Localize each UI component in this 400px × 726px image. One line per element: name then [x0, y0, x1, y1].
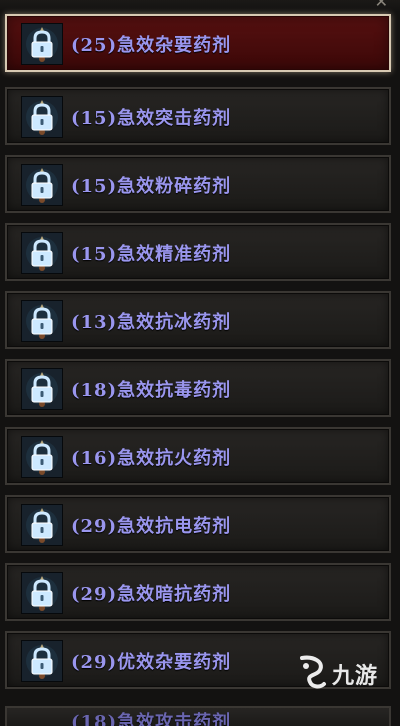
potion-label: (15)急效突击药剂 [71, 108, 232, 129]
potion-row-partial[interactable]: (18)急效攻击药剂 [5, 706, 391, 726]
watermark-text: 九游 [332, 664, 379, 689]
locked-potion-icon [21, 436, 63, 478]
potion-row[interactable]: (16)急效抗火药剂 [5, 427, 391, 485]
site-watermark: 九游 [296, 654, 386, 694]
locked-potion-icon [21, 164, 63, 206]
potion-label: (15)急效粉碎药剂 [71, 176, 232, 197]
potion-label: (29)急效抗电药剂 [71, 516, 232, 537]
potion-row[interactable]: (13)急效抗冰药剂 [5, 291, 391, 349]
potion-label: (29)优效杂要药剂 [71, 652, 232, 673]
locked-potion-icon [21, 504, 63, 546]
potion-label: (18)急效抗毒药剂 [71, 380, 232, 401]
locked-potion-icon [21, 368, 63, 410]
potion-row[interactable]: (15)急效突击药剂 [5, 87, 391, 145]
potion-label: (16)急效抗火药剂 [71, 448, 232, 469]
watermark-logo-icon [300, 655, 326, 689]
potion-row[interactable]: (15)急效粉碎药剂 [5, 155, 391, 213]
potion-row[interactable]: (29)急效暗抗药剂 [5, 563, 391, 621]
potion-label: (29)急效暗抗药剂 [71, 584, 232, 605]
potion-label: (15)急效精准药剂 [71, 244, 232, 265]
potion-label: (18)急效攻击药剂 [71, 712, 232, 726]
potion-row[interactable]: (25)急效杂要药剂 [5, 14, 391, 72]
potion-label: (25)急效杂要药剂 [71, 35, 232, 56]
potion-label: (13)急效抗冰药剂 [71, 312, 232, 333]
locked-potion-icon [21, 96, 63, 138]
locked-potion-icon [21, 640, 63, 682]
potion-row[interactable]: (15)急效精准药剂 [5, 223, 391, 281]
locked-potion-icon [21, 23, 63, 65]
locked-potion-icon [21, 232, 63, 274]
locked-potion-icon [21, 572, 63, 614]
potion-row[interactable]: (29)急效抗电药剂 [5, 495, 391, 553]
locked-potion-icon [21, 300, 63, 342]
potion-row[interactable]: (18)急效抗毒药剂 [5, 359, 391, 417]
potion-list: (25)急效杂要药剂 (15)急效突击药剂 (15)急效粉碎药剂 (15)急效精… [0, 0, 400, 726]
